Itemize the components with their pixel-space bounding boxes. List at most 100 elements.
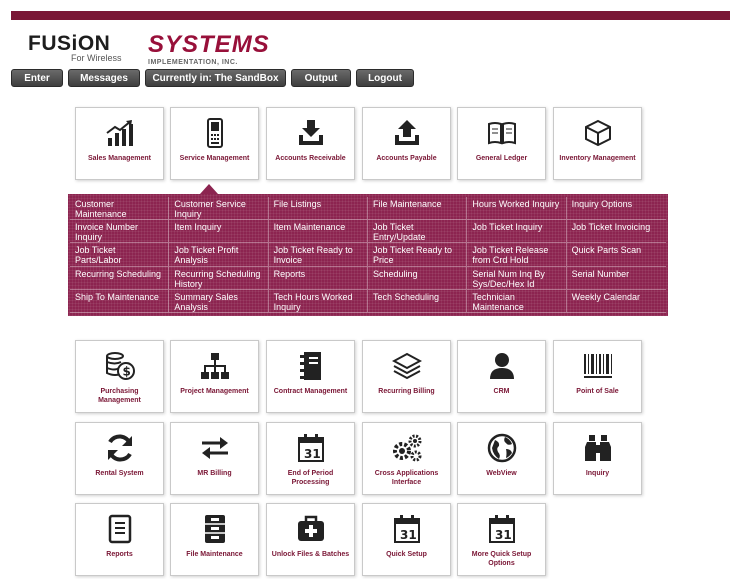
tile-file-maintenance[interactable]: File Maintenance — [170, 503, 259, 576]
tile-cross-applications-interface[interactable]: Cross Applications Interface — [362, 422, 451, 495]
submenu-item[interactable]: Tech Hours Worked Inquiry — [268, 289, 368, 313]
document-list-icon — [108, 514, 132, 544]
tile-label: Contract Management — [273, 388, 348, 395]
book-icon — [487, 118, 517, 148]
tile-general-ledger[interactable]: General Ledger — [457, 107, 546, 180]
tile-label: General Ledger — [475, 155, 528, 162]
box-icon — [584, 118, 612, 148]
tile-sales-management[interactable]: Sales Management — [75, 107, 164, 180]
tile-label: Sales Management — [87, 155, 152, 162]
calendar-icon: 31 — [393, 514, 421, 544]
tile-mr-billing[interactable]: MR Billing — [170, 422, 259, 495]
submenu-item[interactable]: Job Ticket Ready to Price — [368, 243, 468, 267]
top-accent-bar — [11, 11, 730, 20]
tray-download-icon — [296, 118, 326, 148]
tile-recurring-billing[interactable]: Recurring Billing — [362, 340, 451, 413]
current-company-button[interactable]: Currently in: The SandBox — [145, 69, 286, 87]
submenu-item[interactable]: Quick Parts Scan — [566, 243, 666, 267]
tile-label: CRM — [493, 388, 510, 395]
tile-rental-system[interactable]: Rental System — [75, 422, 164, 495]
tile-label: Inventory Management — [559, 155, 636, 162]
logout-button[interactable]: Logout — [356, 69, 414, 87]
org-chart-icon — [200, 351, 230, 381]
submenu-item[interactable]: Job Ticket Entry/Update — [368, 220, 468, 244]
tile-inventory-management[interactable]: Inventory Management — [553, 107, 642, 180]
submenu-item[interactable]: Item Inquiry — [169, 220, 269, 244]
calendar-icon: 31 — [297, 433, 325, 463]
tile-label: End of Period Processing — [287, 470, 334, 486]
submenu-item[interactable]: Inquiry Options — [566, 197, 666, 221]
submenu-item[interactable]: Item Maintenance — [268, 220, 368, 244]
service-management-submenu: Customer Maintenance Customer Service In… — [68, 194, 668, 316]
tile-webview[interactable]: WebView — [457, 422, 546, 495]
submenu-pointer — [200, 184, 218, 194]
submenu-item[interactable]: Scheduling — [368, 266, 468, 290]
tile-label: Accounts Payable — [376, 155, 437, 162]
tile-contract-management[interactable]: Contract Management — [266, 340, 355, 413]
submenu-item[interactable]: Job Ticket Parts/Labor — [70, 243, 170, 267]
tile-crm[interactable]: CRM — [457, 340, 546, 413]
calendar-icon: 31 — [488, 514, 516, 544]
submenu-item[interactable]: Technician Maintenance — [467, 289, 567, 313]
tile-accounts-receivable[interactable]: Accounts Receivable — [266, 107, 355, 180]
svg-text:$: $ — [122, 365, 130, 379]
tile-unlock-files-batches[interactable]: Unlock Files & Batches — [266, 503, 355, 576]
tile-quick-setup[interactable]: 31 Quick Setup — [362, 503, 451, 576]
submenu-item[interactable]: Invoice Number Inquiry — [70, 220, 170, 244]
tile-label: MR Billing — [197, 470, 232, 477]
submenu-item[interactable]: Recurring Scheduling History — [169, 266, 269, 290]
gears-icon — [391, 433, 423, 463]
tile-label: Cross Applications Interface — [374, 470, 439, 486]
binoculars-icon — [583, 433, 613, 463]
submenu-item[interactable]: Summary Sales Analysis — [169, 289, 269, 313]
submenu-item[interactable]: Ship To Maintenance — [70, 289, 170, 313]
tile-label: Service Management — [179, 155, 250, 162]
tile-project-management[interactable]: Project Management — [170, 340, 259, 413]
file-cabinet-icon — [203, 514, 227, 544]
messages-button[interactable]: Messages — [68, 69, 140, 87]
svg-text:31: 31 — [400, 528, 417, 542]
tile-accounts-payable[interactable]: Accounts Payable — [362, 107, 451, 180]
exchange-arrows-icon — [200, 433, 230, 463]
tile-inquiry[interactable]: Inquiry — [553, 422, 642, 495]
submenu-item[interactable]: File Maintenance — [368, 197, 468, 221]
submenu-item[interactable]: Customer Service Inquiry — [169, 197, 269, 221]
bar-chart-icon — [105, 118, 135, 148]
tile-more-quick-setup-options[interactable]: 31 More Quick Setup Options — [457, 503, 546, 576]
svg-text:31: 31 — [495, 528, 512, 542]
submenu-item[interactable]: Job Ticket Ready to Invoice — [268, 243, 368, 267]
submenu-item[interactable]: Job Ticket Profit Analysis — [169, 243, 269, 267]
tile-label: Unlock Files & Batches — [271, 551, 350, 558]
enter-button[interactable]: Enter — [11, 69, 63, 87]
tile-label: More Quick Setup Options — [471, 551, 532, 567]
submenu-item[interactable]: Serial Num Inq By Sys/Dec/Hex Id — [467, 266, 567, 290]
output-button[interactable]: Output — [291, 69, 351, 87]
submenu-item[interactable]: Tech Scheduling — [368, 289, 468, 313]
notebook-icon — [299, 351, 323, 381]
tile-label: Recurring Billing — [378, 388, 435, 395]
tile-label: Point of Sale — [576, 388, 619, 395]
refresh-icon — [105, 433, 135, 463]
mobile-phone-icon — [206, 118, 224, 148]
tile-purchasing-management[interactable]: $ Purchasing Management — [75, 340, 164, 413]
submenu-item[interactable]: Weekly Calendar — [566, 290, 666, 313]
coins-icon: $ — [105, 351, 135, 381]
submenu-item[interactable]: Job Ticket Release from Crd Hold — [467, 243, 567, 267]
tile-reports[interactable]: Reports — [75, 503, 164, 576]
submenu-item[interactable]: Job Ticket Invoicing — [566, 220, 666, 244]
tile-end-of-period-processing[interactable]: 31 End of Period Processing — [266, 422, 355, 495]
tile-point-of-sale[interactable]: Point of Sale — [553, 340, 642, 413]
submenu-item[interactable]: Customer Maintenance — [70, 197, 170, 221]
tile-service-management[interactable]: Service Management — [170, 107, 259, 180]
logo-wireless-text: For Wireless — [71, 53, 122, 63]
submenu-item[interactable]: Job Ticket Inquiry — [467, 220, 567, 244]
logo-implementation-text: IMPLEMENTATION, INC. — [148, 59, 238, 66]
submenu-item[interactable]: Serial Number — [566, 267, 666, 290]
submenu-item[interactable]: Recurring Scheduling — [70, 266, 170, 290]
submenu-item[interactable]: Reports — [268, 266, 368, 290]
layers-icon — [391, 351, 422, 381]
top-toolbar: Enter Messages Currently in: The SandBox… — [11, 69, 414, 87]
submenu-item[interactable]: File Listings — [268, 197, 368, 221]
tray-upload-icon — [392, 118, 422, 148]
submenu-item[interactable]: Hours Worked Inquiry — [467, 197, 567, 221]
